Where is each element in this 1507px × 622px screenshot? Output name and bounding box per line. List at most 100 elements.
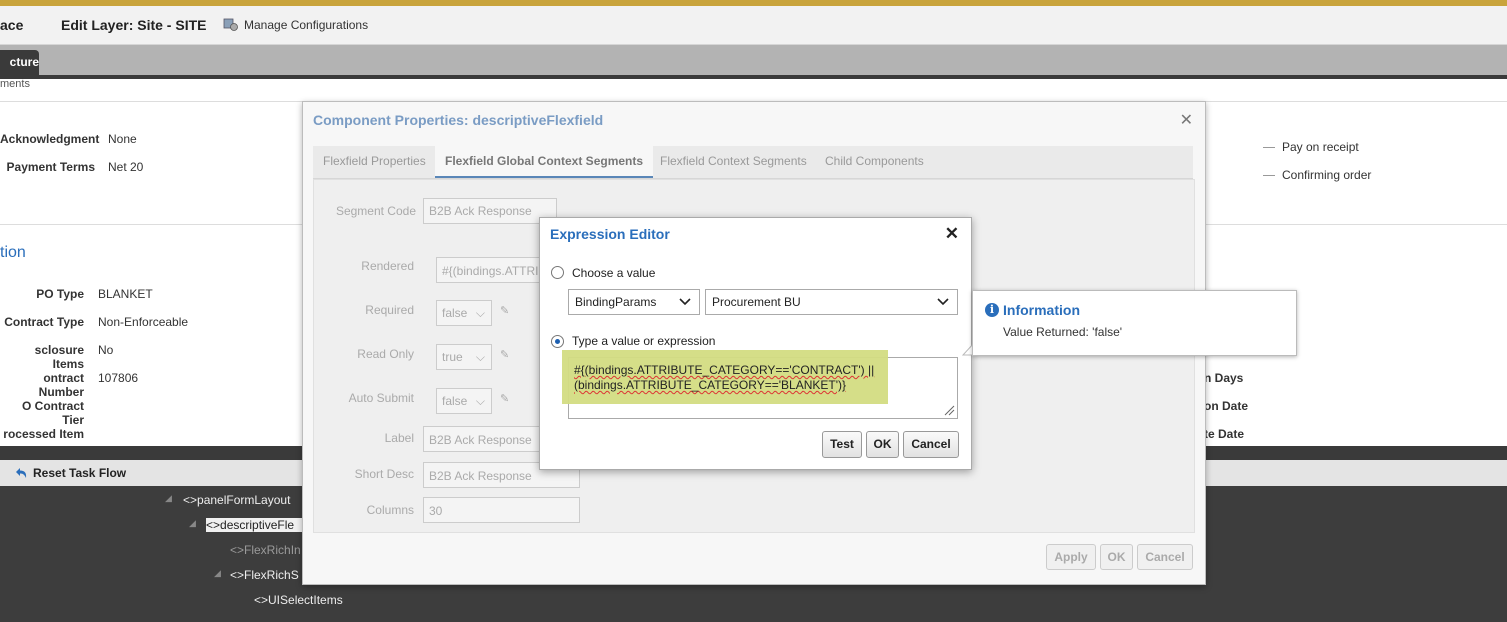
- tree-node[interactable]: <>UISelectItems: [254, 593, 343, 607]
- field-value-payment-terms: Net 20: [108, 160, 144, 174]
- columns-input[interactable]: 30: [423, 497, 580, 523]
- expression-line-2: (bindings.ATTRIBUTE_CATEGORY=='BLANKET')…: [574, 378, 847, 392]
- field-label-days: n Days: [1204, 371, 1244, 385]
- tab-underline: [0, 75, 1507, 79]
- pencil-icon[interactable]: ✎: [500, 348, 510, 361]
- required-select[interactable]: false ⌵: [436, 300, 492, 326]
- tab-child-components[interactable]: Child Components: [815, 146, 934, 176]
- tab-flexfield-properties[interactable]: Flexfield Properties: [313, 146, 436, 176]
- field-label-disclosure-items: sclosure Items: [34, 343, 84, 371]
- reset-icon[interactable]: [13, 466, 29, 483]
- expand-icon[interactable]: ◢: [214, 568, 221, 579]
- field-value-confirming-order: Confirming order: [1282, 168, 1372, 182]
- columns-label: Columns: [366, 503, 414, 517]
- value-returned-text: Value Returned: 'false': [1003, 325, 1123, 339]
- apply-button[interactable]: Apply: [1046, 544, 1096, 570]
- field-label-acknowledgment: Acknowledgment: [0, 132, 100, 146]
- required-value: false: [442, 306, 468, 320]
- read-only-value: true: [442, 350, 463, 364]
- field-label-contract-type: Contract Type: [4, 315, 84, 329]
- dash-mark: [1263, 147, 1275, 148]
- choose-value-radio[interactable]: [551, 266, 564, 279]
- dialog-tabs: Flexfield Properties Flexfield Global Co…: [313, 146, 1193, 179]
- cancel-button[interactable]: Cancel: [1137, 544, 1193, 570]
- type-expression-radio[interactable]: [551, 335, 564, 348]
- workspace-title: ace: [0, 17, 24, 33]
- auto-submit-value: false: [442, 394, 468, 408]
- rendered-label: Rendered: [361, 259, 414, 273]
- field-label-contract-tier: O Contract Tier: [21, 399, 84, 427]
- auto-submit-label: Auto Submit: [348, 391, 414, 405]
- reset-task-flow-button[interactable]: Reset Task Flow: [33, 466, 126, 480]
- chevron-down-icon: [679, 290, 691, 322]
- read-only-label: Read Only: [357, 347, 414, 361]
- type-expression-label: Type a value or expression: [572, 334, 716, 348]
- tree-node[interactable]: <>FlexRichS: [230, 568, 299, 582]
- info-icon: i: [985, 303, 999, 317]
- procurement-bu-select[interactable]: Procurement BU: [705, 289, 958, 315]
- field-value-disclosure-items: No: [98, 343, 114, 357]
- tree-node[interactable]: <>panelFormLayout: [183, 493, 290, 507]
- edit-layer-title: Edit Layer: Site - SITE: [61, 17, 207, 33]
- tab-structure[interactable]: cture: [0, 50, 39, 75]
- label-label: Label: [384, 431, 414, 445]
- tab-global-context-segments[interactable]: Flexfield Global Context Segments: [435, 146, 654, 178]
- tab-band: [0, 45, 1507, 75]
- chevron-down-icon: ⌵: [475, 350, 485, 364]
- label-input[interactable]: B2B Ack Response: [423, 426, 541, 452]
- field-label-po-type: PO Type: [36, 287, 84, 301]
- field-value-contract-number: 107806: [98, 371, 139, 385]
- chevron-down-icon: [937, 290, 949, 322]
- expression-line-1: #{(bindings.ATTRIBUTE_CATEGORY=='CONTRAC…: [574, 363, 875, 377]
- field-value-contract-type: Non-Enforceable: [98, 315, 189, 329]
- subheader-text: ments: [0, 78, 30, 90]
- test-button[interactable]: Test: [822, 431, 862, 458]
- binding-params-value: BindingParams: [575, 295, 657, 309]
- field-value-po-type: BLANKET: [98, 287, 153, 301]
- expand-icon[interactable]: ◢: [165, 493, 172, 504]
- configurations-icon[interactable]: [223, 18, 238, 31]
- expression-text: #{(bindings.ATTRIBUTE_CATEGORY=='CONTRAC…: [574, 363, 954, 393]
- information-popup: i Information Value Returned: 'false': [972, 290, 1297, 356]
- chevron-down-icon: ⌵: [475, 394, 485, 408]
- read-only-select[interactable]: true ⌵: [436, 344, 492, 370]
- field-label-contract-number: ontract Number: [38, 371, 84, 399]
- field-value-acknowledgment: None: [108, 132, 137, 146]
- ok-button[interactable]: OK: [1100, 544, 1133, 570]
- pencil-icon[interactable]: ✎: [500, 304, 510, 317]
- segment-code-select[interactable]: B2B Ack Response: [423, 198, 557, 224]
- chevron-down-icon: ⌵: [475, 306, 485, 320]
- field-label-date-2: te Date: [1204, 427, 1245, 441]
- close-icon[interactable]: ✕: [945, 224, 959, 244]
- field-label-processed-item: rocessed Item: [3, 427, 84, 441]
- rendered-input[interactable]: #{(bindings.ATTRI: [436, 257, 546, 283]
- tree-node[interactable]: <>FlexRichIn: [230, 543, 301, 557]
- expression-editor-title: Expression Editor: [550, 226, 670, 242]
- pencil-icon[interactable]: ✎: [500, 392, 510, 405]
- binding-params-select[interactable]: BindingParams: [568, 289, 700, 315]
- cancel-button[interactable]: Cancel: [903, 431, 959, 458]
- dialog-title: Component Properties: descriptiveFlexfie…: [313, 112, 604, 128]
- field-value-pay-on-receipt: Pay on receipt: [1282, 140, 1359, 154]
- segment-code-value: B2B Ack Response: [429, 204, 532, 218]
- short-desc-label: Short Desc: [354, 467, 414, 481]
- expand-icon[interactable]: ◢: [189, 518, 196, 529]
- manage-configurations-link[interactable]: Manage Configurations: [244, 18, 368, 32]
- header-bar: ace Edit Layer: Site - SITE Manage Confi…: [0, 6, 1507, 45]
- expression-editor-dialog: Expression Editor ✕ Choose a value Bindi…: [539, 217, 972, 470]
- resize-handle-icon[interactable]: [944, 405, 955, 416]
- segment-code-label: Segment Code: [335, 204, 416, 218]
- choose-value-label: Choose a value: [572, 266, 656, 280]
- section-title: tion: [0, 244, 26, 261]
- field-label-payment-terms: Payment Terms: [6, 160, 95, 174]
- information-title: Information: [1003, 302, 1080, 318]
- dash-mark: [1263, 175, 1275, 176]
- auto-submit-select[interactable]: false ⌵: [436, 388, 492, 414]
- required-label: Required: [365, 303, 414, 317]
- ok-button[interactable]: OK: [866, 431, 899, 458]
- tree-node-selected[interactable]: <>descriptiveFle: [206, 518, 302, 532]
- close-icon[interactable]: ✕: [1180, 110, 1193, 130]
- tab-context-segments[interactable]: Flexfield Context Segments: [650, 146, 817, 176]
- field-label-date: on Date: [1204, 399, 1249, 413]
- procurement-bu-value: Procurement BU: [712, 295, 801, 309]
